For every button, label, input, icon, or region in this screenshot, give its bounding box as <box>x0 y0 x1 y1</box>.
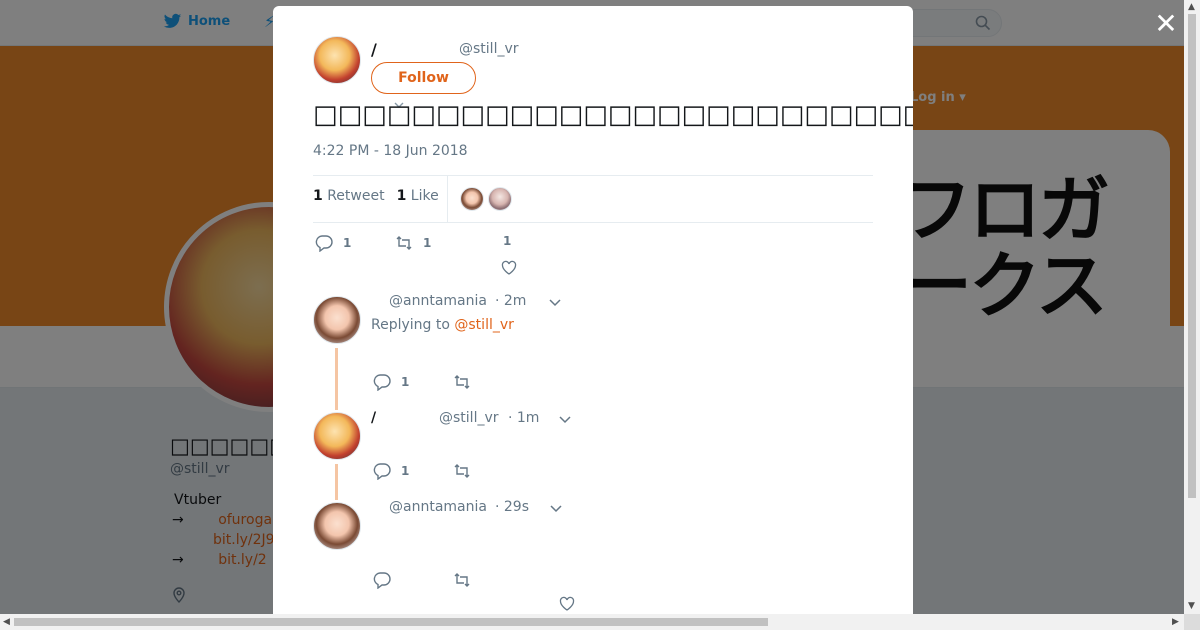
retweet-icon <box>454 464 470 478</box>
scroll-up-arrow[interactable]: ▲ <box>1188 2 1195 12</box>
retweet-icon <box>396 236 412 250</box>
reply-icon <box>373 374 391 391</box>
author-avatar[interactable] <box>313 36 361 84</box>
reply-count: 1 <box>401 464 410 478</box>
reply-avatar[interactable] <box>313 502 361 550</box>
reply-time[interactable]: · 2m <box>495 293 526 309</box>
follow-button[interactable]: Follow <box>371 62 476 94</box>
liker-avatar[interactable] <box>460 187 484 211</box>
retweet-count: 1 <box>423 236 432 250</box>
reply-icon <box>373 463 391 480</box>
author-name[interactable]: / <box>371 40 377 59</box>
heart-icon[interactable] <box>559 596 575 612</box>
retweets-count: 1 <box>313 188 323 204</box>
vertical-scrollbar[interactable]: ▲ ▼ <box>1184 0 1200 614</box>
likes-count: 1 <box>396 188 407 204</box>
retweet-action[interactable] <box>453 462 471 480</box>
scrollbar-corner <box>1184 614 1200 630</box>
horizontal-scrollbar[interactable]: ◀ ▶ <box>0 614 1184 630</box>
retweets-label: Retweet <box>327 188 385 204</box>
likes-label: Like <box>410 188 439 204</box>
divider <box>313 222 873 223</box>
thread-line <box>335 464 338 500</box>
like-count-label: 1 <box>503 234 511 248</box>
reply-icon <box>373 572 391 589</box>
close-icon[interactable]: ✕ <box>1154 10 1178 38</box>
reply-count: 1 <box>343 236 352 250</box>
reply-action[interactable] <box>373 571 391 589</box>
liker-avatar[interactable] <box>488 187 512 211</box>
retweet-icon <box>454 375 470 389</box>
reply-avatar[interactable] <box>313 296 361 344</box>
reply-action[interactable]: 1 <box>315 234 351 252</box>
retweets-stat[interactable]: 1 Retweet <box>313 188 385 204</box>
heart-icon[interactable] <box>501 260 517 276</box>
reply-time[interactable]: · 29s <box>495 499 529 515</box>
author-handle[interactable]: @still_vr <box>459 41 519 57</box>
replying-to: Replying to @still_vr <box>371 317 514 333</box>
reply-time[interactable]: · 1m <box>508 410 539 426</box>
replying-to-link[interactable]: @still_vr <box>454 317 514 333</box>
reply-avatar[interactable] <box>313 412 361 460</box>
scroll-right-arrow[interactable]: ▶ <box>1172 617 1179 627</box>
tweet-text: □□□□□□□□□□□□□□□□□□□□□□□□□□□□□□□□□□□□□□□□… <box>313 100 913 130</box>
reply-handle[interactable]: @still_vr <box>439 410 499 426</box>
retweet-action[interactable]: 1 <box>395 234 431 252</box>
reply-name[interactable]: / <box>371 410 376 426</box>
chevron-down-icon[interactable] <box>550 505 562 513</box>
thread-line <box>335 348 338 410</box>
retweet-icon <box>454 573 470 587</box>
chevron-down-icon[interactable] <box>559 416 571 424</box>
replying-prefix: Replying to <box>371 317 450 333</box>
reply-icon <box>315 235 333 252</box>
like-count: 1 <box>503 234 512 248</box>
reply-handle[interactable]: @anntamania <box>389 293 487 309</box>
scroll-down-arrow[interactable]: ▼ <box>1188 601 1195 611</box>
tweet-modal: / @still_vr Follow □□□□□□□□□□□□□□□□□□□□□… <box>273 6 913 614</box>
reply-action[interactable]: 1 <box>373 373 409 391</box>
chevron-down-icon[interactable] <box>549 299 561 307</box>
reply-count: 1 <box>401 375 410 389</box>
retweet-action[interactable] <box>453 373 471 391</box>
scroll-left-arrow[interactable]: ◀ <box>3 617 10 627</box>
divider <box>313 175 873 176</box>
reply-handle[interactable]: @anntamania <box>389 499 487 515</box>
retweet-action[interactable] <box>453 571 471 589</box>
horizontal-scroll-thumb[interactable] <box>14 618 768 626</box>
vertical-scroll-thumb[interactable] <box>1188 14 1196 498</box>
stats-divider <box>447 176 448 222</box>
tweet-timestamp[interactable]: 4:22 PM - 18 Jun 2018 <box>313 143 468 159</box>
tweet-stats: 1 Retweet 1 Like <box>313 188 439 204</box>
likes-stat[interactable]: 1 Like <box>397 188 439 204</box>
reply-action[interactable]: 1 <box>373 462 409 480</box>
